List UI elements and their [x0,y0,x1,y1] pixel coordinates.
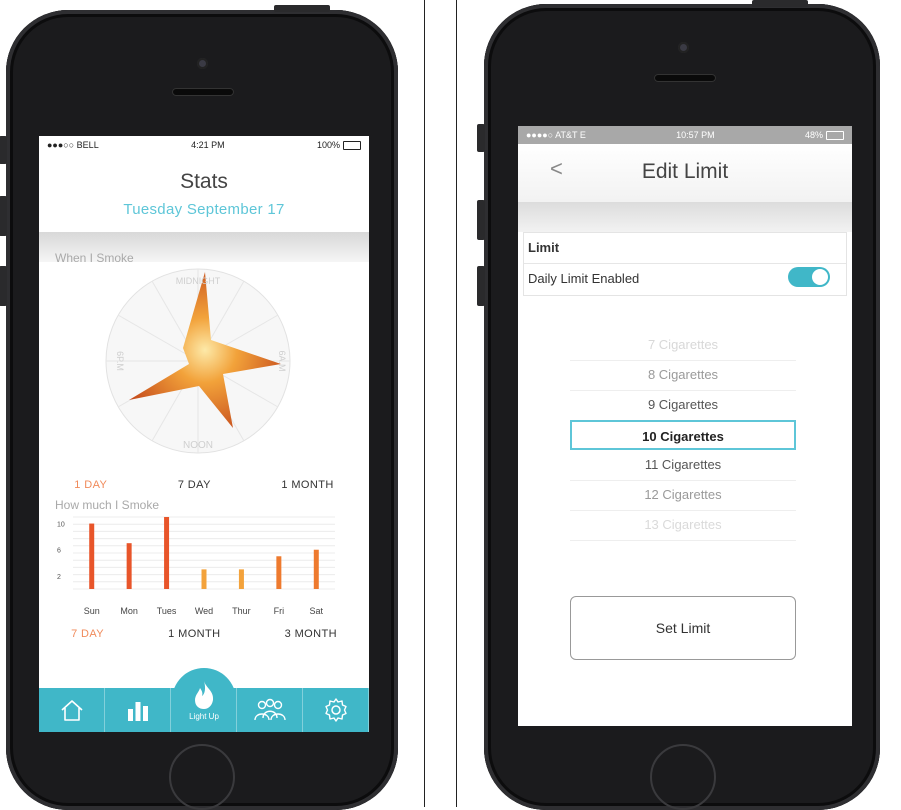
x-tick-label: Sat [309,606,324,616]
x-tick-label: Mon [120,606,138,616]
battery-indicator: 100% [316,139,361,151]
battery-icon [342,141,361,151]
how-much-range-tabs: 7 DAY 1 MONTH 3 MONTH [39,628,369,640]
mute-switch [477,124,485,152]
power-button [274,5,330,12]
earpiece-speaker [654,74,716,82]
status-bar: ●●●●○ AT&T E 10:57 PM 48% [518,126,852,144]
picker-option-selected[interactable]: 10 Cigarettes [570,420,796,450]
carrier-signal: ●●●●○ AT&T E [526,130,586,140]
picker-option[interactable]: 13 Cigarettes [570,510,796,541]
right-phone: ●●●●○ AT&T E 10:57 PM 48% < Edit Limit L… [477,0,880,810]
battery-icon [826,131,844,141]
bar-fri [276,556,282,589]
y-tick-label: 6 [57,548,61,555]
daily-limit-toggle[interactable] [788,267,830,287]
bar-mon [126,543,132,589]
y-tick-label: 10 [57,522,65,529]
power-button [752,0,808,7]
battery-indicator: 48% [804,129,844,141]
front-camera [197,58,208,69]
tab-community[interactable] [237,688,303,732]
battery-percent: 48% [804,129,823,140]
clock-label-midnight: MIDNIGHT [176,276,221,286]
status-time: 10:57 PM [676,130,715,140]
bar-tues [164,517,170,589]
light-up-button[interactable]: Light Up [172,668,236,732]
how-much-bar-chart: 10 6 2 [57,516,335,590]
tab-3-month-usage[interactable]: 3 MONTH [285,628,337,640]
x-tick-label: Tues [156,606,177,616]
picker-option[interactable]: 9 Cigarettes [570,390,796,421]
bar-thur [238,569,244,589]
x-tick-label: Thur [232,606,251,616]
when-smoke-range-tabs: 1 DAY 7 DAY 1 MONTH [39,479,369,491]
mute-switch [0,136,7,164]
home-button[interactable] [650,744,716,810]
bar-wed [201,569,207,589]
volume-up-button [477,200,485,240]
stats-icon [127,702,148,721]
tab-home[interactable] [39,688,105,732]
volume-down-button [0,266,7,306]
when-smoke-label: When I Smoke [55,251,134,265]
light-up-label: Light Up [189,711,219,721]
status-time: 4:21 PM [191,140,225,150]
page-date: Tuesday September 17 [123,201,285,218]
x-tick-label: Sun [83,606,100,616]
home-icon [60,700,83,721]
tab-stats[interactable] [105,688,171,732]
left-phone: ●●●○○ BELL 4:21 PM 100% Stats Tuesday Se… [0,5,398,810]
page-title: Stats [180,170,228,193]
volume-up-button [0,196,7,236]
clock-label-noon: NOON [183,440,213,451]
x-tick-label: Fri [273,606,285,616]
tab-settings[interactable] [303,688,369,732]
cigarette-limit-picker[interactable]: 7 Cigarettes 8 Cigarettes 9 Cigarettes 10 C… [570,330,796,541]
bar-chart-category-labels: Sun Mon Tues Wed Thur Fri Sat [39,606,369,620]
edit-limit-screen: ●●●●○ AT&T E 10:57 PM 48% < Edit Limit L… [518,126,852,726]
picker-option[interactable]: 12 Cigarettes [570,480,796,511]
smoking-time-wheel: MIDNIGHT 6A.M NOON 6P.M [105,268,291,454]
picker-option[interactable]: 8 Cigarettes [570,360,796,391]
tab-1-month[interactable]: 1 MONTH [281,479,333,491]
tab-7-day[interactable]: 7 DAY [178,479,211,491]
battery-percent: 100% [316,139,340,150]
status-bar: ●●●○○ BELL 4:21 PM 100% [39,136,369,154]
clock-label-6pm: 6P.M [115,351,125,371]
tab-1-month-usage[interactable]: 1 MONTH [168,628,220,640]
front-camera [678,42,689,53]
image-divider-left [424,0,425,807]
home-button[interactable] [169,744,235,810]
header-shadow-band [518,202,852,232]
picker-option[interactable]: 11 Cigarettes [570,450,796,481]
limit-section-heading: Limit [528,240,560,255]
page-title: Edit Limit [641,160,729,183]
card-divider [524,263,846,264]
picker-option[interactable]: 7 Cigarettes [570,330,796,361]
y-tick-label: 2 [57,574,61,581]
set-limit-button[interactable]: Set Limit [570,596,796,660]
volume-down-button [477,266,485,306]
tab-1-day[interactable]: 1 DAY [74,479,107,491]
image-divider-right [456,0,457,807]
carrier-signal: ●●●○○ BELL [47,140,99,150]
clock-label-6am: 6A.M [277,350,287,371]
bar-sat [313,549,319,589]
how-much-label: How much I Smoke [55,498,160,512]
flame-icon [195,680,214,709]
gear-icon [324,698,347,722]
tab-7-day-usage[interactable]: 7 DAY [71,628,104,640]
bottom-tab-bar: Light Up [39,668,369,732]
group-icon [253,698,286,721]
earpiece-speaker [172,88,234,96]
x-tick-label: Wed [194,606,214,616]
stats-screen: ●●●○○ BELL 4:21 PM 100% Stats Tuesday Se… [39,136,369,732]
bar-sun [89,523,95,589]
